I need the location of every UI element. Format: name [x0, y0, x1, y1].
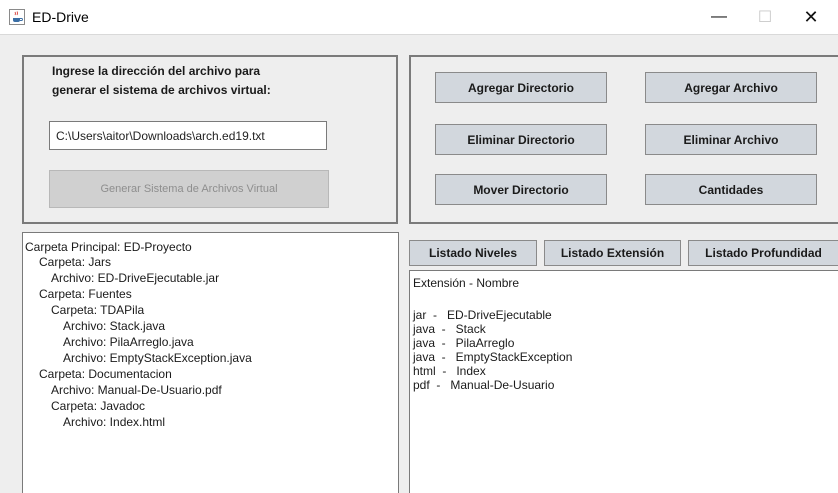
result-line: html - Index	[413, 364, 486, 378]
result-header: Extensión - Nombre	[413, 276, 520, 290]
maximize-icon: ☐	[757, 9, 773, 26]
instruction-line-1: Ingrese la dirección del archivo para	[52, 64, 261, 78]
result-line: pdf - Manual-De-Usuario	[413, 378, 555, 392]
tree-item: Carpeta: TDAPila	[51, 303, 145, 317]
close-icon: ✕	[803, 6, 819, 27]
tree-item: Carpeta: Fuentes	[39, 287, 132, 301]
list-depth-button[interactable]: Listado Profundidad	[688, 240, 838, 266]
result-line: java - Stack	[413, 322, 486, 336]
window-title: ED-Drive	[32, 9, 89, 25]
result-line: java - PilaArreglo	[413, 336, 515, 350]
java-cup-icon	[9, 9, 25, 25]
list-levels-button[interactable]: Listado Niveles	[409, 240, 537, 266]
delete-file-button[interactable]: Eliminar Archivo	[645, 124, 817, 155]
delete-directory-button[interactable]: Eliminar Directorio	[435, 124, 607, 155]
tree-item: Carpeta Principal: ED-Proyecto	[25, 240, 192, 254]
tree-item: Carpeta: Javadoc	[51, 399, 146, 413]
minimize-icon: —	[711, 8, 727, 25]
result-line: jar - ED-DriveEjecutable	[413, 308, 552, 322]
result-line: java - EmptyStackException	[413, 350, 573, 364]
tree-item: Archivo: Manual-De-Usuario.pdf	[51, 383, 222, 397]
instruction-line-2: generar el sistema de archivos virtual:	[52, 83, 271, 97]
tree-item: Carpeta: Documentacion	[39, 367, 172, 381]
list-extension-button[interactable]: Listado Extensión	[544, 240, 681, 266]
tree-item: Archivo: PilaArreglo.java	[63, 335, 194, 349]
generate-filesystem-button[interactable]: Generar Sistema de Archivos Virtual	[49, 170, 329, 208]
quantities-button[interactable]: Cantidades	[645, 174, 817, 205]
tree-item: Archivo: Index.html	[63, 415, 166, 429]
title-bar[interactable]: ED-Drive — ☐ ✕	[0, 0, 838, 35]
instruction-text: Ingrese la dirección del archivo para ge…	[52, 62, 352, 100]
tree-item: Archivo: EmptyStackException.java	[63, 351, 252, 365]
tree-item: Archivo: Stack.java	[63, 319, 166, 333]
maximize-button[interactable]: ☐	[742, 0, 788, 34]
close-button[interactable]: ✕	[788, 0, 834, 34]
move-directory-button[interactable]: Mover Directorio	[435, 174, 607, 205]
file-path-input[interactable]	[49, 121, 327, 150]
tree-item: Archivo: ED-DriveEjecutable.jar	[51, 271, 220, 285]
minimize-button[interactable]: —	[696, 0, 742, 34]
add-file-button[interactable]: Agregar Archivo	[645, 72, 817, 103]
add-directory-button[interactable]: Agregar Directorio	[435, 72, 607, 103]
tree-item: Carpeta: Jars	[39, 255, 112, 269]
app-window: ED-Drive — ☐ ✕ Ingrese la dirección del …	[0, 0, 838, 493]
